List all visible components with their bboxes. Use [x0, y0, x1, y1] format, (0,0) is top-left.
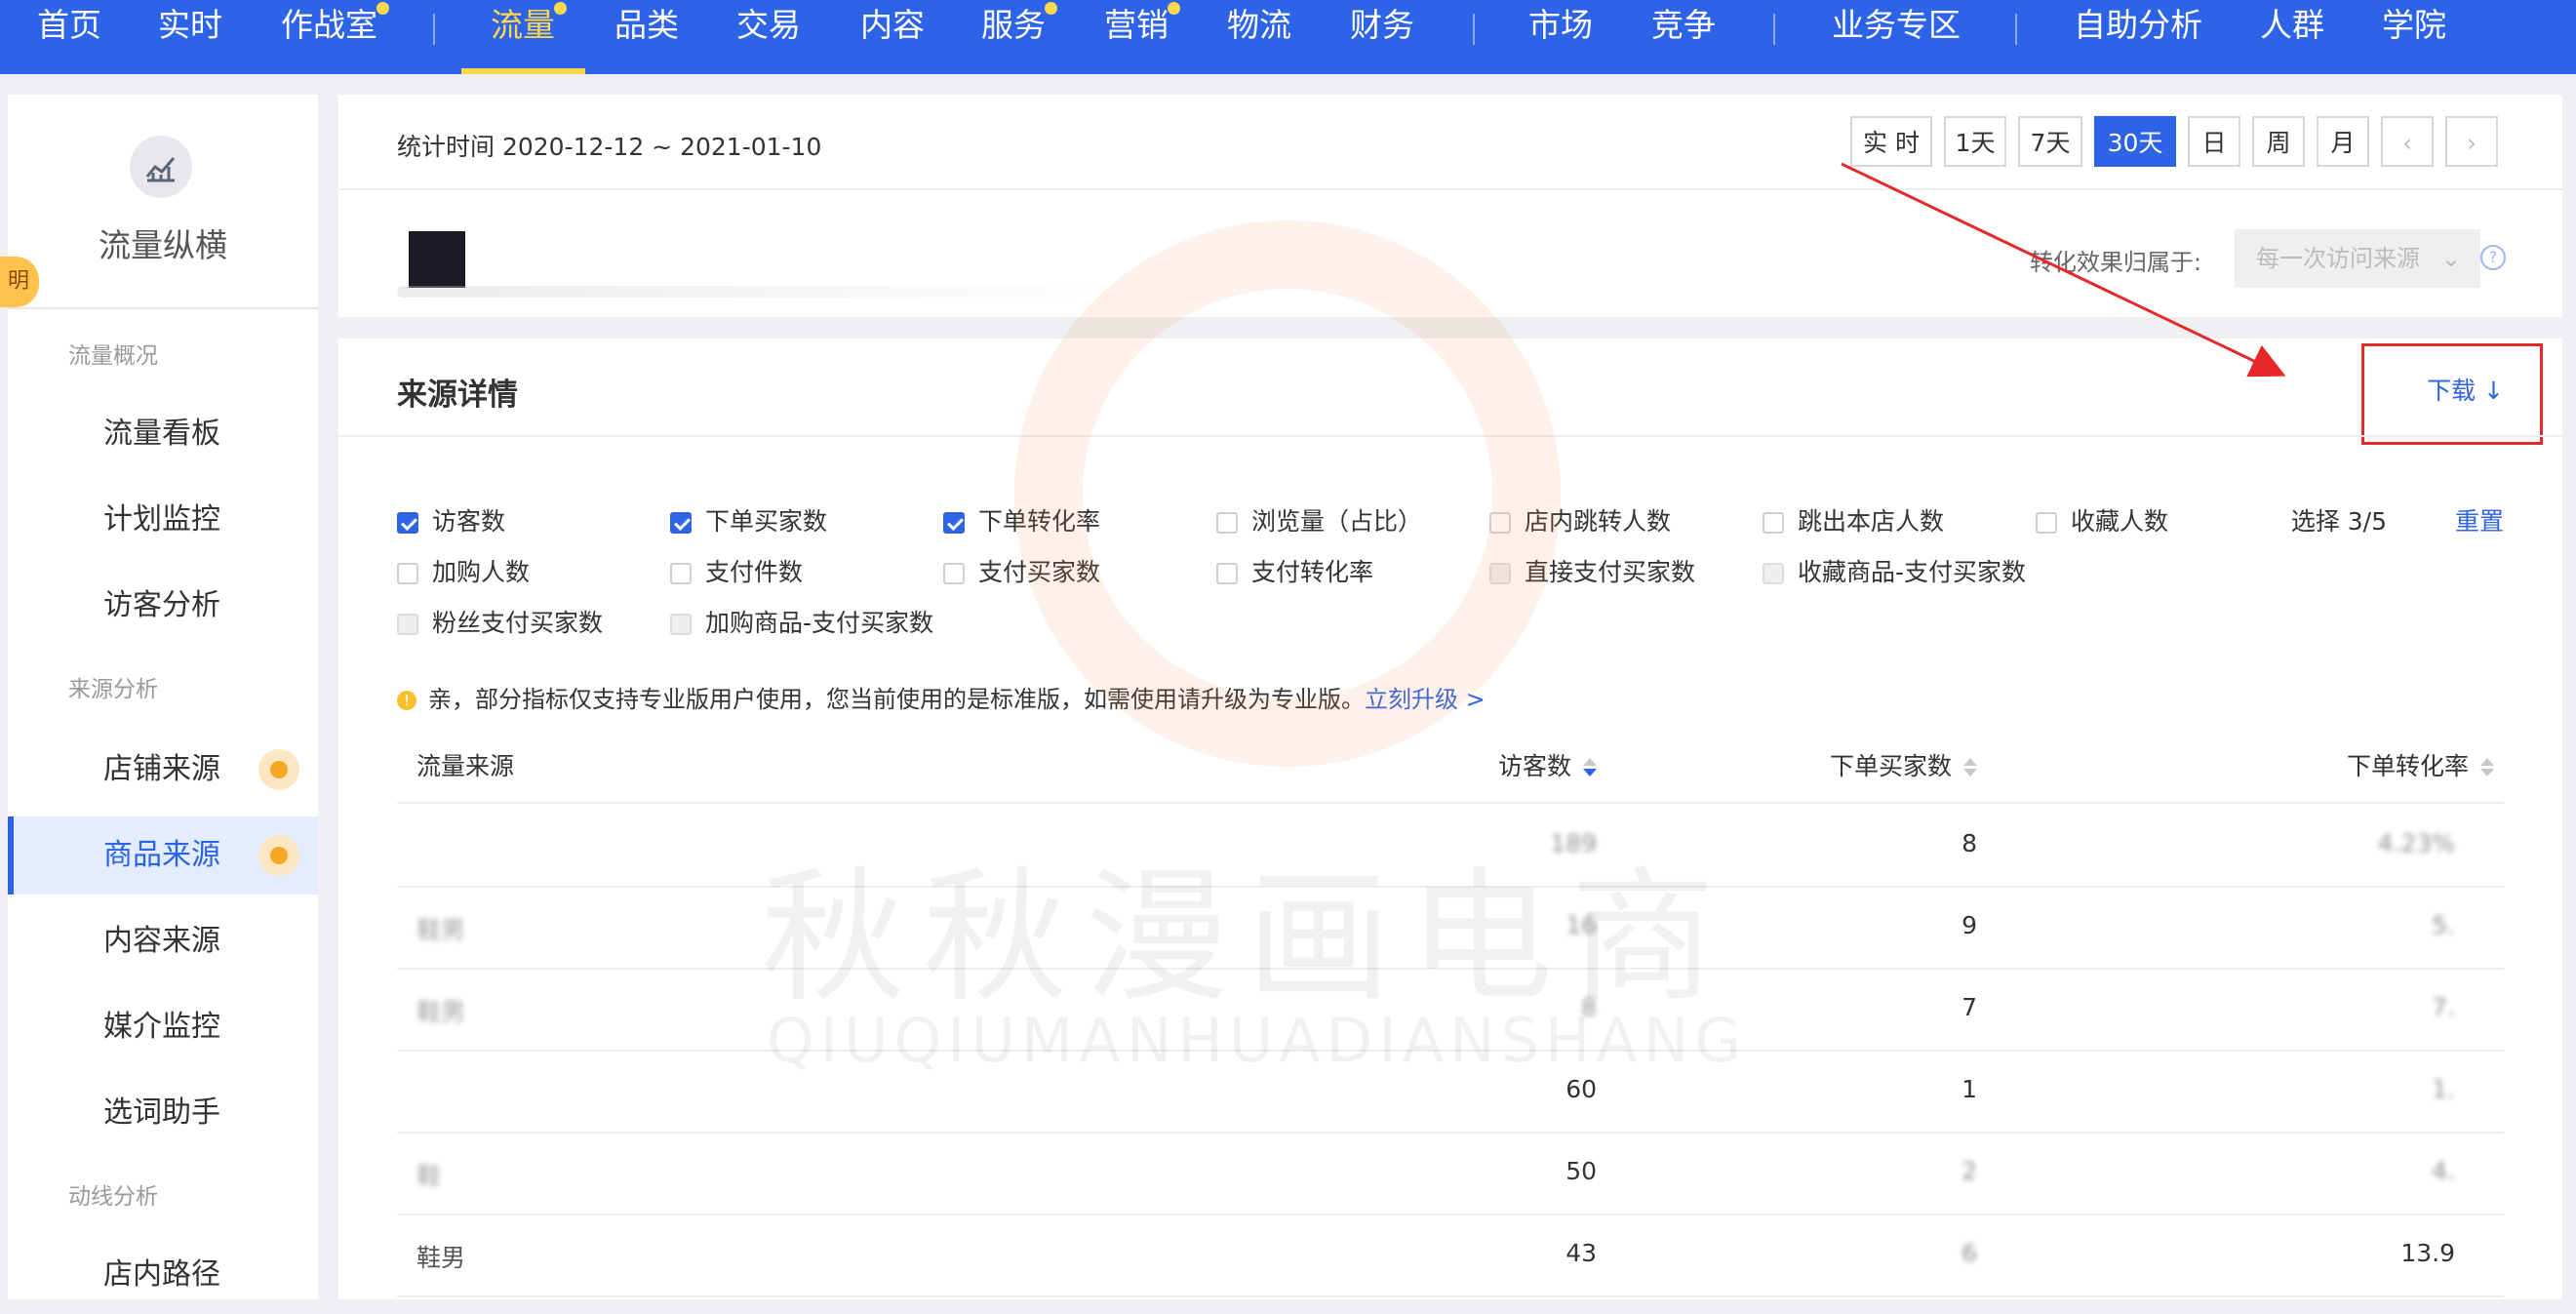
annotation-arrow [1841, 162, 2286, 378]
